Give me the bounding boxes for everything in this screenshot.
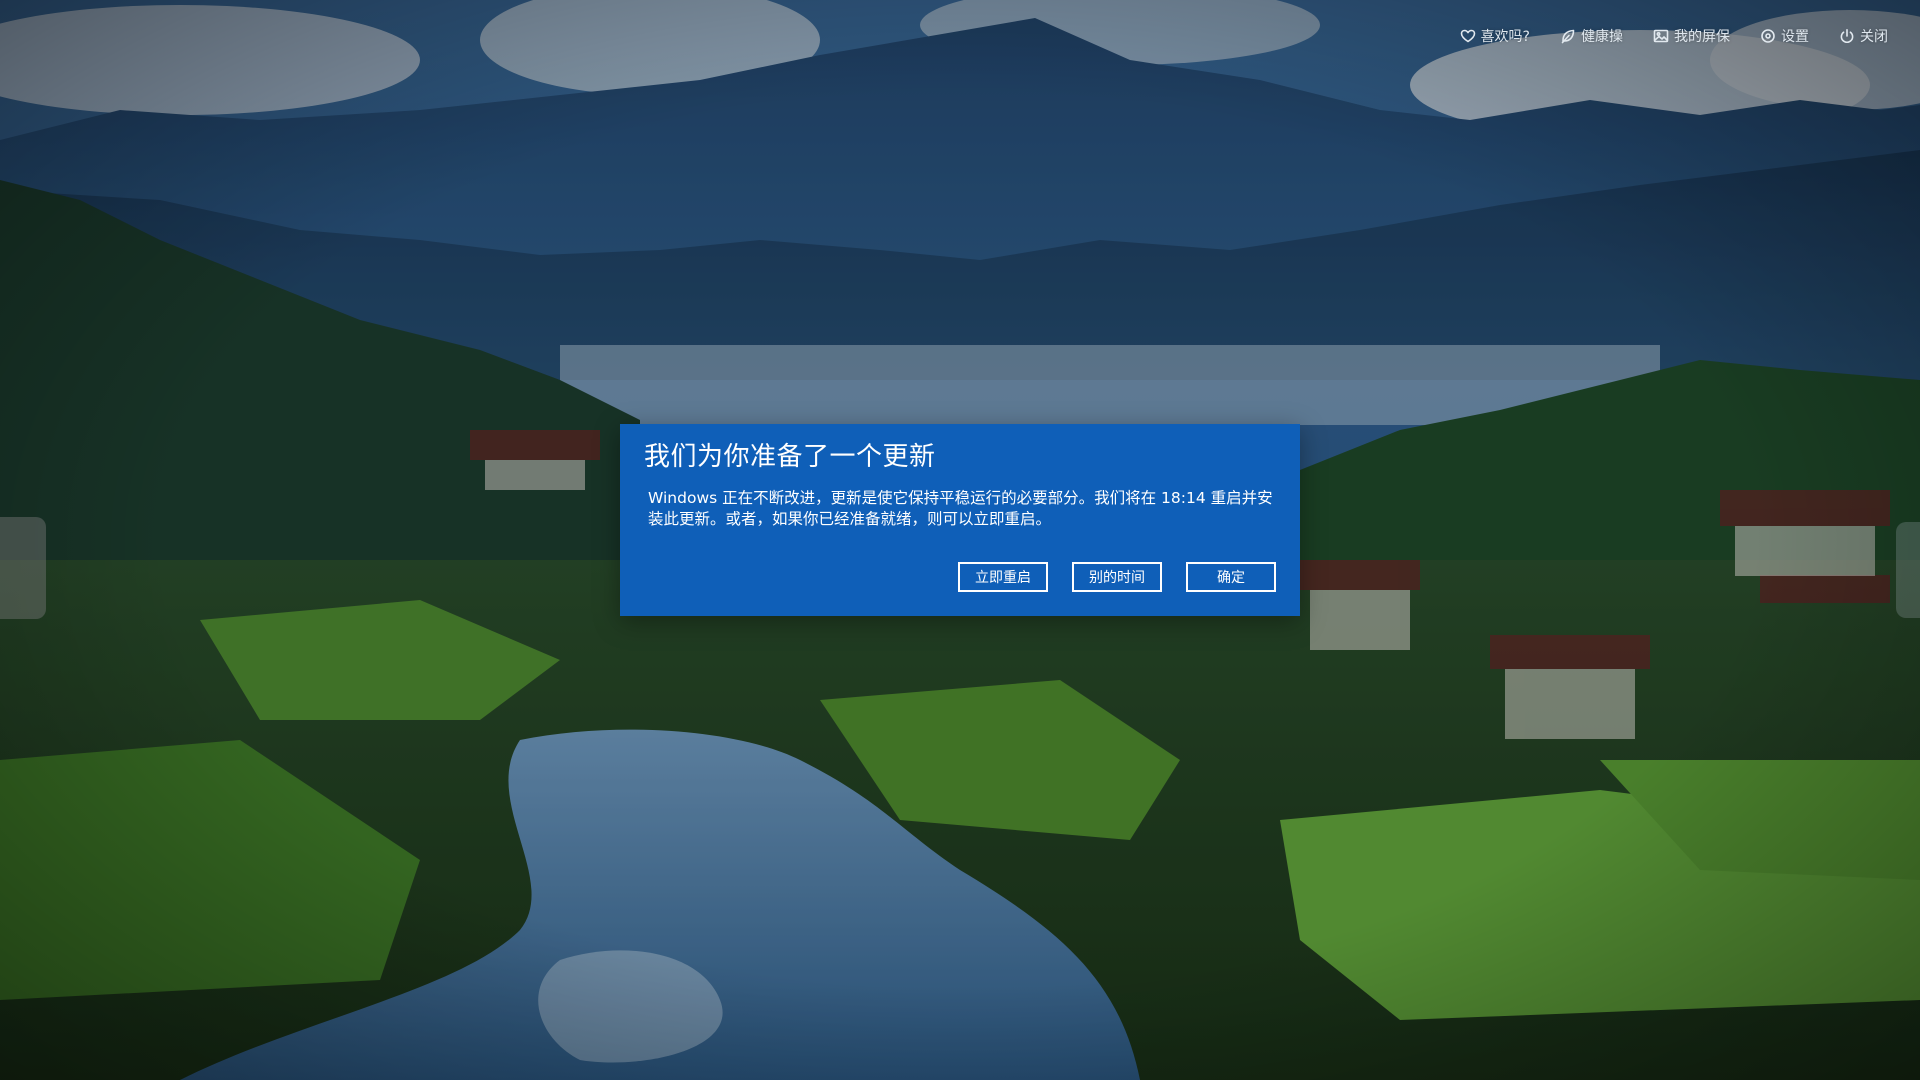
settings-button[interactable]: 设置 bbox=[1760, 26, 1809, 46]
screensaver-toolbar: 喜欢吗? 健康操 我的屏保 设置 关闭 bbox=[1460, 26, 1888, 46]
ok-button[interactable]: 确定 bbox=[1186, 562, 1276, 592]
health-exercise-button[interactable]: 健康操 bbox=[1560, 26, 1623, 46]
settings-label: 设置 bbox=[1781, 29, 1809, 45]
another-time-button[interactable]: 别的时间 bbox=[1072, 562, 1162, 592]
update-dialog: 我们为你准备了一个更新 Windows 正在不断改进，更新是使它保持平稳运行的必… bbox=[620, 424, 1300, 616]
power-icon bbox=[1840, 29, 1854, 43]
my-screensaver-button[interactable]: 我的屏保 bbox=[1653, 26, 1730, 46]
right-side-tab[interactable] bbox=[1896, 522, 1920, 618]
leaf-icon bbox=[1561, 29, 1575, 44]
health-exercise-label: 健康操 bbox=[1581, 29, 1623, 45]
like-button[interactable]: 喜欢吗? bbox=[1460, 26, 1530, 46]
screensaver-screen: 喜欢吗? 健康操 我的屏保 设置 关闭 我们为你准备了一个更新 Windows … bbox=[0, 0, 1920, 1080]
left-side-tab[interactable] bbox=[0, 517, 46, 619]
picture-icon bbox=[1653, 29, 1669, 43]
restart-now-button[interactable]: 立即重启 bbox=[958, 562, 1048, 592]
like-label: 喜欢吗? bbox=[1480, 29, 1530, 45]
settings-icon bbox=[1761, 29, 1775, 43]
close-label: 关闭 bbox=[1860, 29, 1888, 45]
close-button[interactable]: 关闭 bbox=[1839, 26, 1888, 46]
my-screensaver-label: 我的屏保 bbox=[1674, 29, 1730, 45]
dialog-message: Windows 正在不断改进，更新是使它保持平稳运行的必要部分。我们将在 18:… bbox=[648, 489, 1273, 528]
dialog-title: 我们为你准备了一个更新 bbox=[644, 442, 936, 472]
dialog-button-row: 立即重启 别的时间 确定 bbox=[958, 562, 1276, 592]
heart-icon bbox=[1460, 29, 1475, 43]
